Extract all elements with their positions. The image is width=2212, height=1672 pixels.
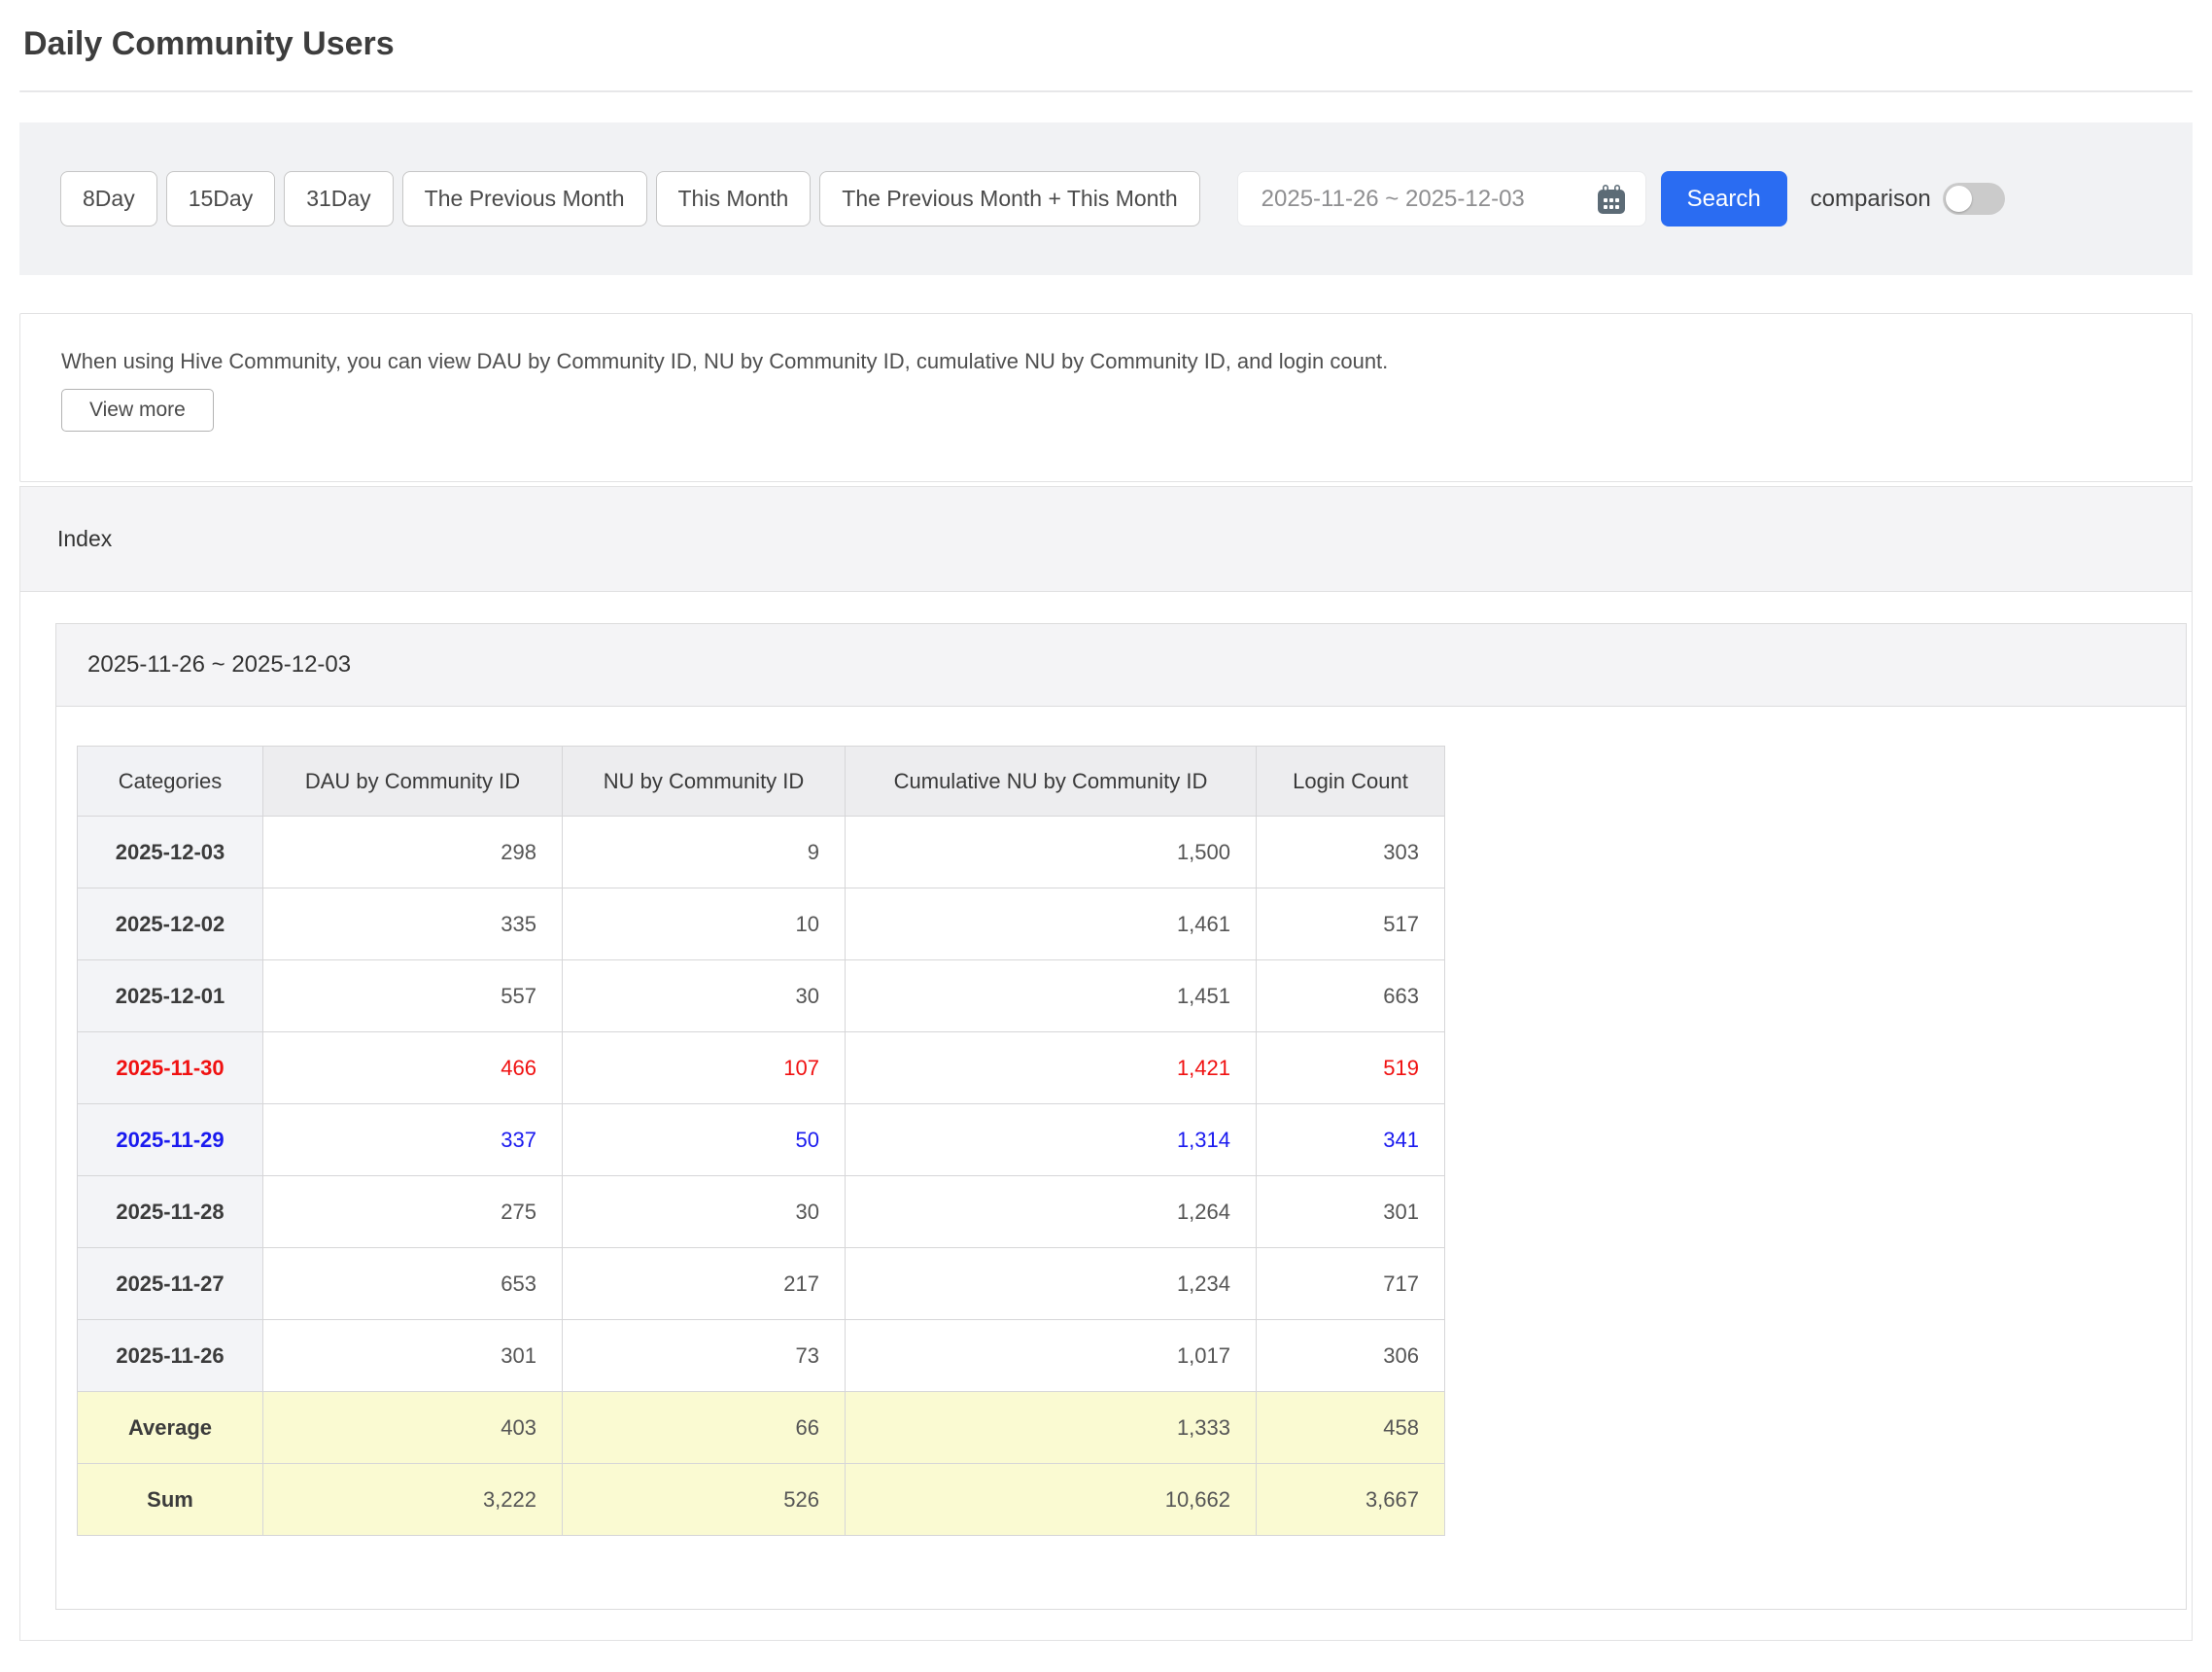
category-cell: 2025-12-03 — [78, 817, 263, 888]
report-table: CategoriesDAU by Community IDNU by Commu… — [77, 746, 1445, 1536]
value-cell: 3,667 — [1257, 1464, 1445, 1536]
value-cell: 403 — [263, 1392, 563, 1464]
comparison-toggle[interactable] — [1943, 183, 2005, 215]
value-cell: 458 — [1257, 1392, 1445, 1464]
quick-range-button[interactable]: This Month — [656, 171, 812, 226]
date-range-value: 2025-11-26 ~ 2025-12-03 — [1262, 186, 1525, 213]
index-panel-header: Index — [20, 487, 2192, 592]
category-cell: 2025-11-27 — [78, 1248, 263, 1320]
category-cell: 2025-12-02 — [78, 888, 263, 960]
value-cell: 1,017 — [846, 1320, 1257, 1392]
date-range-input[interactable]: 2025-11-26 ~ 2025-12-03 — [1237, 171, 1646, 226]
category-cell: 2025-11-30 — [78, 1032, 263, 1104]
index-panel-body: 2025-11-26 ~ 2025-12-03 CategoriesDAU by… — [20, 592, 2192, 1640]
report-period: 2025-11-26 ~ 2025-12-03 — [87, 651, 351, 679]
summary-row: Sum3,22252610,6623,667 — [78, 1464, 1445, 1536]
quick-range-button[interactable]: 8Day — [60, 171, 157, 226]
value-cell: 1,461 — [846, 888, 1257, 960]
title-divider — [19, 90, 2193, 92]
filter-toolbar: 8Day15Day31DayThe Previous MonthThis Mon… — [19, 122, 2193, 275]
index-panel: Index 2025-11-26 ~ 2025-12-03 Categories… — [19, 486, 2193, 1641]
value-cell: 30 — [563, 960, 846, 1032]
value-cell: 341 — [1257, 1104, 1445, 1176]
value-cell: 717 — [1257, 1248, 1445, 1320]
value-cell: 557 — [263, 960, 563, 1032]
value-cell: 303 — [1257, 817, 1445, 888]
value-cell: 275 — [263, 1176, 563, 1248]
value-cell: 10 — [563, 888, 846, 960]
notice-panel: When using Hive Community, you can view … — [19, 313, 2193, 482]
value-cell: 10,662 — [846, 1464, 1257, 1536]
value-cell: 30 — [563, 1176, 846, 1248]
search-button[interactable]: Search — [1661, 171, 1787, 226]
summary-row: Average403661,333458 — [78, 1392, 1445, 1464]
value-cell: 1,234 — [846, 1248, 1257, 1320]
table-row: 2025-12-02335101,461517 — [78, 888, 1445, 960]
report-period-header: 2025-11-26 ~ 2025-12-03 — [56, 624, 2186, 707]
value-cell: 107 — [563, 1032, 846, 1104]
value-cell: 3,222 — [263, 1464, 563, 1536]
value-cell: 73 — [563, 1320, 846, 1392]
value-cell: 335 — [263, 888, 563, 960]
quick-range-button[interactable]: 15Day — [166, 171, 275, 226]
table-row: 2025-11-29337501,314341 — [78, 1104, 1445, 1176]
report-card: 2025-11-26 ~ 2025-12-03 CategoriesDAU by… — [55, 623, 2187, 1610]
value-cell: 1,314 — [846, 1104, 1257, 1176]
value-cell: 301 — [1257, 1176, 1445, 1248]
value-cell: 663 — [1257, 960, 1445, 1032]
value-cell: 337 — [263, 1104, 563, 1176]
table-row: 2025-12-0329891,500303 — [78, 817, 1445, 888]
table-row: 2025-12-01557301,451663 — [78, 960, 1445, 1032]
value-cell: 466 — [263, 1032, 563, 1104]
table-row: 2025-11-26301731,017306 — [78, 1320, 1445, 1392]
category-cell: Sum — [78, 1464, 263, 1536]
category-cell: 2025-11-29 — [78, 1104, 263, 1176]
column-header: Cumulative NU by Community ID — [846, 747, 1257, 817]
value-cell: 301 — [263, 1320, 563, 1392]
value-cell: 519 — [1257, 1032, 1445, 1104]
category-cell: Average — [78, 1392, 263, 1464]
page-title: Daily Community Users — [19, 0, 2193, 63]
table-row: 2025-11-276532171,234717 — [78, 1248, 1445, 1320]
value-cell: 653 — [263, 1248, 563, 1320]
category-cell: 2025-11-28 — [78, 1176, 263, 1248]
value-cell: 66 — [563, 1392, 846, 1464]
column-header: Categories — [78, 747, 263, 817]
value-cell: 1,451 — [846, 960, 1257, 1032]
column-header: DAU by Community ID — [263, 747, 563, 817]
quick-range-button-group: 8Day15Day31DayThe Previous MonthThis Mon… — [60, 171, 1209, 226]
comparison-label: comparison — [1811, 186, 1931, 213]
toggle-knob — [1946, 186, 1972, 212]
quick-range-button[interactable]: 31Day — [284, 171, 393, 226]
calendar-icon[interactable] — [1595, 183, 1628, 216]
report-card-body: CategoriesDAU by Community IDNU by Commu… — [56, 707, 2186, 1536]
column-header: NU by Community ID — [563, 747, 846, 817]
value-cell: 1,500 — [846, 817, 1257, 888]
value-cell: 1,264 — [846, 1176, 1257, 1248]
value-cell: 1,421 — [846, 1032, 1257, 1104]
category-cell: 2025-11-26 — [78, 1320, 263, 1392]
value-cell: 217 — [563, 1248, 846, 1320]
quick-range-button[interactable]: The Previous Month — [402, 171, 647, 226]
table-row: 2025-11-304661071,421519 — [78, 1032, 1445, 1104]
value-cell: 517 — [1257, 888, 1445, 960]
page: Daily Community Users 8Day15Day31DayThe … — [0, 0, 2212, 1641]
value-cell: 298 — [263, 817, 563, 888]
value-cell: 9 — [563, 817, 846, 888]
view-more-button[interactable]: View more — [61, 389, 214, 432]
index-panel-title: Index — [57, 526, 112, 552]
quick-range-button[interactable]: The Previous Month + This Month — [819, 171, 1199, 226]
value-cell: 306 — [1257, 1320, 1445, 1392]
table-header-row: CategoriesDAU by Community IDNU by Commu… — [78, 747, 1445, 817]
category-cell: 2025-12-01 — [78, 960, 263, 1032]
notice-text: When using Hive Community, you can view … — [61, 349, 2153, 374]
value-cell: 1,333 — [846, 1392, 1257, 1464]
value-cell: 50 — [563, 1104, 846, 1176]
value-cell: 526 — [563, 1464, 846, 1536]
column-header: Login Count — [1257, 747, 1445, 817]
table-row: 2025-11-28275301,264301 — [78, 1176, 1445, 1248]
